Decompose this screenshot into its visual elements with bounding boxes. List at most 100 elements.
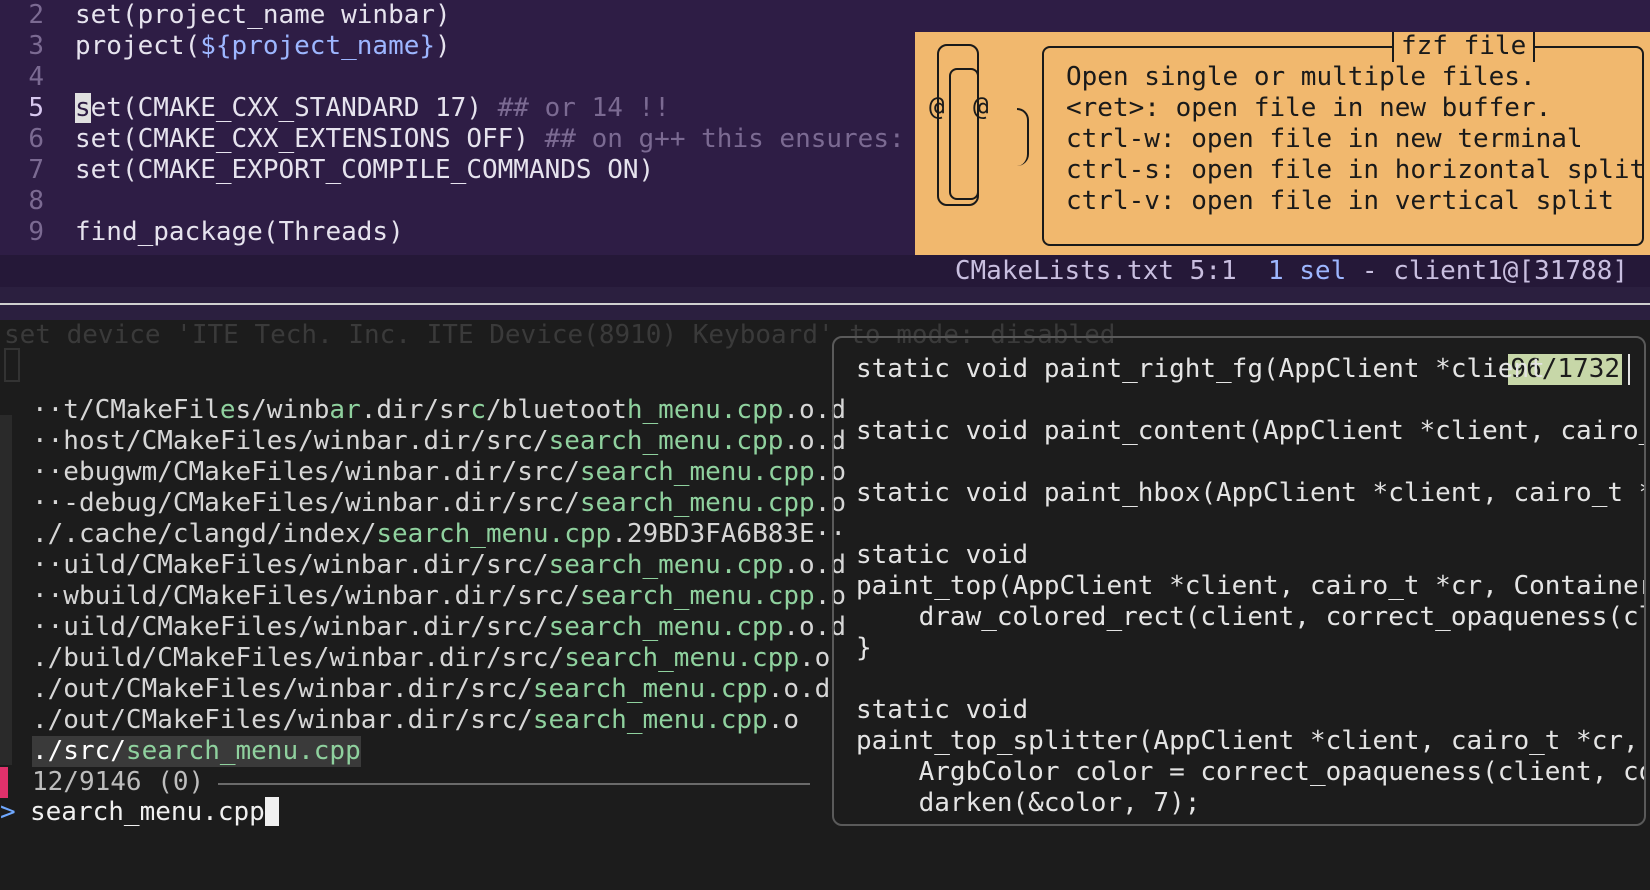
status-info: CMakeLists.txt 5:1 1 sel - client1@[3178… — [955, 255, 1628, 287]
result-suffix: .o — [799, 643, 831, 673]
result-item[interactable]: ./.cache/clangd/index/search_menu.cpp.29… — [32, 519, 846, 550]
preview-line: static void — [856, 695, 1029, 725]
result-match: c — [470, 395, 486, 425]
code-text: set(CMAKE_CXX_EXTENSIONS OFF) — [75, 124, 545, 154]
line-number: 8 — [28, 186, 44, 216]
code-line[interactable]: set(project_name winbar) — [75, 0, 451, 31]
preview-line: static void paint_right_fg(AppClient *cl… — [856, 354, 1545, 384]
preview-line: paint_top_splitter(AppClient *client, ca… — [856, 726, 1639, 756]
terminal-cursor-box — [4, 348, 20, 382]
result-path: ./out/CMakeFiles/winbar.dir/src/ — [32, 705, 533, 735]
result-path: ./build/CMakeFiles/winbar.dir/src/ — [32, 643, 565, 673]
result-match: search_menu.cpp — [579, 581, 815, 611]
help-line: Open single or multiple files. — [1066, 62, 1536, 92]
result-item[interactable]: ··t/CMakeFiles/winbar.dir/src/bluetooth_… — [32, 395, 846, 426]
result-item[interactable]: ··host/CMakeFiles/winbar.dir/src/search_… — [32, 426, 846, 457]
result-item[interactable]: ./build/CMakeFiles/winbar.dir/src/search… — [32, 643, 830, 674]
selection-marker — [0, 767, 8, 798]
clippy-eye-left: @ — [929, 92, 945, 122]
counter-rule — [218, 783, 810, 785]
result-item[interactable]: ··-debug/CMakeFiles/winbar.dir/src/searc… — [32, 488, 846, 519]
query-cursor — [264, 797, 279, 826]
code-text: project( — [75, 31, 201, 61]
fzf-help-frame: fzf file Open single or multiple files. … — [1042, 32, 1645, 246]
code-line[interactable]: find_package(Threads) — [75, 217, 404, 248]
result-path: ··ebugwm/CMakeFiles/winbar.dir/src/ — [32, 457, 580, 487]
code-line[interactable]: set(CMAKE_EXPORT_COMPILE_COMMANDS ON) — [75, 155, 654, 186]
fzf-query-input[interactable]: search_menu.cpp — [30, 797, 279, 828]
pane-separator[interactable] — [0, 303, 1650, 305]
result-path: ./.cache/clangd/index/ — [32, 519, 377, 549]
line-number: 7 — [28, 155, 44, 185]
text-cursor: s — [75, 93, 91, 123]
preview-line: static void paint_content(AppClient *cli… — [856, 416, 1646, 446]
line-number: 9 — [28, 217, 44, 247]
query-text: search_menu.cpp — [30, 797, 265, 827]
status-client: - client1@[31788] — [1346, 256, 1628, 286]
code-line[interactable]: project(${project_name}) — [75, 31, 451, 62]
status-bar: CMakeLists.txt 5:1 1 sel - client1@[3178… — [0, 255, 1650, 287]
terminal-pane[interactable]: set device 'ITE Tech. Inc. ITE Device(89… — [0, 320, 1650, 890]
help-line: ctrl-v: open file in vertical split — [1066, 186, 1614, 216]
result-match: ar — [329, 395, 361, 425]
result-path: ··-debug/CMakeFiles/winbar.dir/src/ — [32, 488, 580, 518]
result-path: /bluetoot — [485, 395, 627, 425]
code-comment: ## or 14 !! — [497, 93, 670, 123]
result-match: search_menu.cpp — [579, 457, 815, 487]
code-line[interactable]: set(CMAKE_CXX_STANDARD 17) ## or 14 !! — [75, 93, 670, 124]
fzf-info-box: @ @ fzf file Open single or multiple fil… — [915, 32, 1650, 255]
clippy-eye-right: @ — [973, 92, 989, 122]
clippy-inner — [949, 68, 979, 200]
result-item-selected[interactable]: ./src/search_menu.cpp — [32, 736, 361, 767]
editor-pane[interactable]: 2 set(project_name winbar) 3 project(${p… — [0, 0, 1650, 255]
result-match: e — [219, 395, 236, 425]
result-item[interactable]: ./out/CMakeFiles/winbar.dir/src/search_m… — [32, 674, 830, 705]
result-match: search_menu.cpp — [532, 674, 768, 704]
status-filename: CMakeLists.txt 5:1 — [954, 256, 1237, 286]
result-path: ··uild/CMakeFiles/winbar.dir/src/ — [32, 612, 549, 642]
code-variable: ${project_name} — [200, 31, 436, 61]
line-number: 2 — [28, 0, 44, 30]
match-counter: 12/9146 (0) — [32, 767, 205, 797]
help-line: ctrl-w: open file in new terminal — [1066, 124, 1583, 154]
preview-pane[interactable]: 96/1732 static void paint_right_fg(AppCl… — [832, 336, 1646, 826]
result-path: ./out/CMakeFiles/winbar.dir/src/ — [32, 674, 533, 704]
code-text: et(CMAKE_CXX_STANDARD 17) — [90, 93, 498, 123]
preview-line: draw_colored_rect(client, correct_opaque… — [856, 602, 1646, 632]
result-match: search_menu.cpp — [376, 519, 612, 549]
fzf-title: fzf file — [1392, 32, 1536, 62]
result-path: ··uild/CMakeFiles/winbar.dir/src/ — [32, 550, 549, 580]
line-number-current: 5 — [28, 93, 44, 123]
preview-line: darken(&color, 7); — [856, 788, 1201, 818]
result-match: search_menu.cpp — [532, 705, 768, 735]
preview-line: paint_top(AppClient *client, cairo_t *cr… — [856, 571, 1646, 601]
result-path: .dir/sr — [360, 395, 471, 425]
status-selection: 1 sel — [1267, 256, 1347, 286]
line-number: 3 — [28, 31, 44, 61]
result-item[interactable]: ··uild/CMakeFiles/winbar.dir/src/search_… — [32, 612, 846, 643]
preview-line: static void — [856, 540, 1029, 570]
result-path: ··wbuild/CMakeFiles/winbar.dir/src/ — [32, 581, 580, 611]
preview-scrollbar[interactable] — [1628, 354, 1630, 385]
result-item[interactable]: ··ebugwm/CMakeFiles/winbar.dir/src/searc… — [32, 457, 846, 488]
result-item[interactable]: ./out/CMakeFiles/winbar.dir/src/search_m… — [32, 705, 799, 736]
result-item[interactable]: ··wbuild/CMakeFiles/winbar.dir/src/searc… — [32, 581, 846, 612]
result-path: ··t/CMakeFil — [32, 395, 220, 425]
code-line[interactable]: set(CMAKE_CXX_EXTENSIONS OFF) ## on g++ … — [75, 124, 952, 155]
result-match: h_menu.cpp — [626, 395, 784, 425]
result-match: search_menu.cpp — [548, 550, 784, 580]
result-match: search_menu.cpp — [548, 612, 784, 642]
code-text: ) — [435, 31, 451, 61]
line-number: 4 — [28, 62, 44, 92]
line-number: 6 — [28, 124, 44, 154]
help-line: <ret>: open file in new buffer. — [1066, 93, 1552, 123]
result-match: search_menu.cpp — [125, 736, 361, 766]
result-suffix: .o — [767, 705, 800, 735]
result-path: ··host/CMakeFiles/winbar.dir/src/ — [32, 426, 549, 456]
result-item[interactable]: ··uild/CMakeFiles/winbar.dir/src/search_… — [32, 550, 846, 581]
result-match: search_menu.cpp — [548, 426, 784, 456]
result-suffix: .o.d — [767, 674, 831, 704]
results-gutter — [0, 415, 12, 765]
prompt-caret: > — [0, 797, 16, 827]
speech-tail — [1017, 108, 1029, 166]
